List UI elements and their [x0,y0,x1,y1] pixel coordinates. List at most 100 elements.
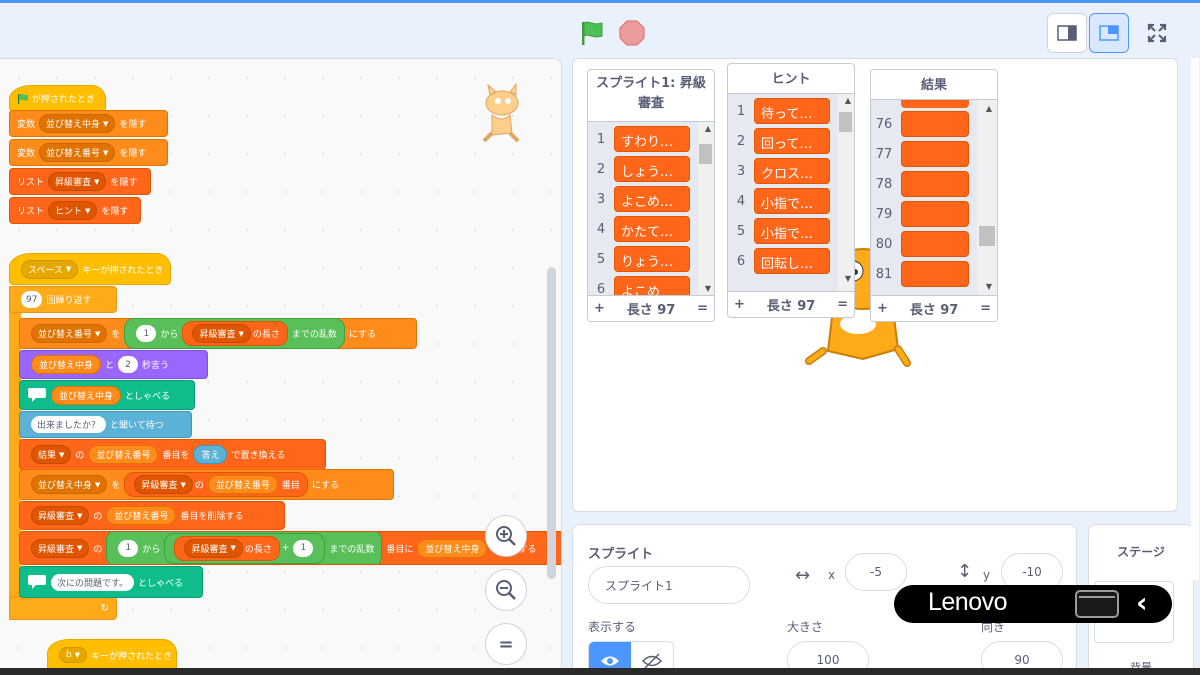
scroll-down-icon[interactable]: ▼ [986,282,992,291]
list-item-value[interactable]: りょう… [614,246,690,272]
item-of-list-reporter[interactable]: 昇級審査 ▼ の 並び替え番号 番目 [124,472,308,497]
list-item-value[interactable]: しょう… [614,156,690,182]
list-item[interactable]: 1 待って… [728,96,830,126]
variable-dropdown[interactable]: 並び替え中身 ▼ [31,475,108,494]
list-item[interactable]: 4 小指で… [728,186,830,216]
list-item-value[interactable] [901,201,969,227]
speak-block[interactable]: 並び替え中身 としゃべる [19,380,195,410]
list-dropdown[interactable]: ヒント ▼ [48,201,98,220]
scroll-up-icon[interactable]: ▲ [705,124,711,133]
variable-reporter[interactable]: 並び替え中身 [417,538,488,558]
list-item[interactable]: 78 [871,169,969,199]
page-scrollbar[interactable] [1191,58,1199,580]
ask-and-wait-block[interactable]: 出来ましたか？ と聞いて待つ [19,411,192,438]
key-dropdown[interactable]: スペース ▼ [21,259,79,279]
list-monitor[interactable]: 結果 76 77 78 79 80 81 ▲ ▼ + 長さ 97 = [870,69,998,322]
scroll-thumb[interactable] [699,144,712,164]
hide-variable-block[interactable]: 変数 並び替え中身 ▼ を隠す [9,110,168,137]
list-item[interactable]: 77 [871,139,969,169]
stage[interactable]: スプライト1: 昇級審査 1 すわり… 2 しょう… 3 よこめ… 4 かたて… 5 りょ… [572,58,1178,512]
list-item-value[interactable]: 回転し… [754,248,830,274]
list-item[interactable]: 3 クロス… [728,156,830,186]
green-flag-icon[interactable] [578,19,606,47]
say-for-secs-block[interactable]: 並び替え中身 と 2 秒言う [19,350,208,379]
delete-item-block[interactable]: 昇級審査 ▼ の 並び替え番号 番目を削除する [19,501,285,530]
monitor-scrollbar[interactable]: ▲ ▼ [838,94,854,291]
replace-item-block[interactable]: 結果 ▼ の 並び替え番号 番目を 答え で置き換える [19,439,326,470]
list-item[interactable]: 2 回って… [728,126,830,156]
stop-icon[interactable] [618,19,646,47]
list-item[interactable]: 3 よこめ… [588,184,690,214]
scroll-down-icon[interactable]: ▼ [845,274,851,283]
hide-list-block[interactable]: リスト ヒント ▼ を隠す [9,197,141,224]
screen-icon[interactable] [1075,590,1119,618]
pick-random-reporter[interactable]: 1 から 昇級審査 ▼ の長さ + 1 までの乱数 [106,532,383,564]
when-key-pressed-block[interactable]: スペース ▼ キーが押されたとき [9,253,171,285]
hide-list-block[interactable]: リスト 昇級審査 ▼ を隠す [9,168,151,195]
list-length-reporter[interactable]: 昇級審査 ▼ の長さ [174,535,280,561]
chevron-left-icon[interactable]: ‹ [1136,586,1148,619]
list-item-value[interactable] [901,171,969,197]
list-dropdown[interactable]: 昇級審査 ▼ [31,506,90,525]
speak-block[interactable]: 次にの問題です。 としゃべる [19,566,203,598]
script-area[interactable]: が押されたとき 変数 並び替え中身 ▼ を隠す 変数 並び替え番号 ▼ を隠す リス… [0,58,562,670]
small-stage-button[interactable] [1047,13,1087,53]
list-dropdown[interactable]: 昇級審査 ▼ [192,324,251,343]
list-item-value[interactable]: すわり… [614,126,690,152]
variable-reporter[interactable]: 並び替え番号 [106,506,177,525]
list-monitor[interactable]: スプライト1: 昇級審査 1 すわり… 2 しょう… 3 よこめ… 4 かたて… 5 りょ… [587,69,715,322]
list-item[interactable]: 4 かたて… [588,214,690,244]
when-key-pressed-block[interactable]: b ▼ キーが押されたとき [47,639,177,670]
plus-input[interactable]: 1 [293,539,314,557]
from-input[interactable]: 1 [136,325,157,342]
set-variable-block[interactable]: 並び替え番号 ▼ を 1 から 昇級審査 ▼ の長さ までの乱数 にする [19,318,417,349]
insert-item-block[interactable]: 昇級審査 ▼ の 1 から 昇級審査 ▼ の長さ + 1 までの乱数 番目に 並び替… [19,531,561,565]
variable-reporter[interactable]: 並び替え中身 [51,385,122,405]
x-input[interactable]: -5 [845,553,907,591]
list-item[interactable]: 5 りょう… [588,244,690,274]
pick-random-reporter[interactable]: 1 から 昇級審査 ▼ の長さ までの乱数 [124,318,345,349]
zoom-reset-button[interactable]: = [485,623,527,665]
list-item[interactable]: 2 しょう… [588,154,690,184]
list-item-value[interactable]: 待って… [754,98,830,124]
list-item[interactable]: 76 [871,109,969,139]
speak-text-input[interactable]: 次にの問題です。 [51,573,135,591]
zoom-in-button[interactable] [485,515,527,557]
question-input[interactable]: 出来ましたか？ [31,416,107,433]
list-item-value[interactable] [901,261,969,287]
variable-dropdown[interactable]: 並び替え番号 ▼ [31,324,108,343]
add-item-button[interactable]: + [594,301,605,316]
variable-dropdown[interactable]: 並び替え中身 ▼ [39,114,116,133]
list-item[interactable]: 1 すわり… [588,124,690,154]
scroll-up-icon[interactable]: ▲ [986,104,992,113]
scroll-down-icon[interactable]: ▼ [705,284,711,293]
secs-input[interactable]: 2 [118,356,139,373]
add-reporter[interactable]: 昇級審査 ▼ の長さ + 1 [164,532,326,564]
add-item-button[interactable]: + [734,297,745,312]
resize-handle[interactable]: = [980,301,991,316]
key-dropdown[interactable]: b ▼ [59,647,88,663]
list-item[interactable]: 6 回転し… [728,246,830,276]
list-item-value[interactable]: 小指で… [754,188,830,214]
list-dropdown[interactable]: 結果 ▼ [31,445,72,464]
list-length-reporter[interactable]: 昇級審査 ▼ の長さ [182,321,288,346]
list-dropdown[interactable]: 昇級審査 ▼ [184,538,243,558]
list-dropdown[interactable]: 昇級審査 ▼ [31,538,90,558]
monitor-scrollbar[interactable]: ▲ ▼ [977,100,997,295]
set-variable-block[interactable]: 並び替え中身 ▼ を 昇級審査 ▼ の 並び替え番号 番目 にする [19,469,394,500]
resize-handle[interactable]: = [697,301,708,316]
list-item[interactable]: 79 [871,199,969,229]
list-dropdown[interactable]: 昇級審査 ▼ [134,475,193,494]
repeat-count-input[interactable]: 97 [21,291,43,308]
list-item[interactable]: 80 [871,229,969,259]
list-item-value[interactable]: かたて… [614,216,690,242]
list-item-value[interactable] [901,141,969,167]
from-input[interactable]: 1 [118,539,139,557]
list-item[interactable]: 5 小指で… [728,216,830,246]
list-monitor[interactable]: ヒント 1 待って… 2 回って… 3 クロス… 4 小指で… 5 小指で… 6 回転し… … [727,63,855,318]
list-dropdown[interactable]: 昇級審査 ▼ [48,172,107,191]
resize-handle[interactable]: = [837,297,848,312]
script-scrollbar[interactable] [547,267,556,579]
scroll-up-icon[interactable]: ▲ [845,96,851,105]
list-item[interactable]: 6 よこめ [588,274,690,295]
